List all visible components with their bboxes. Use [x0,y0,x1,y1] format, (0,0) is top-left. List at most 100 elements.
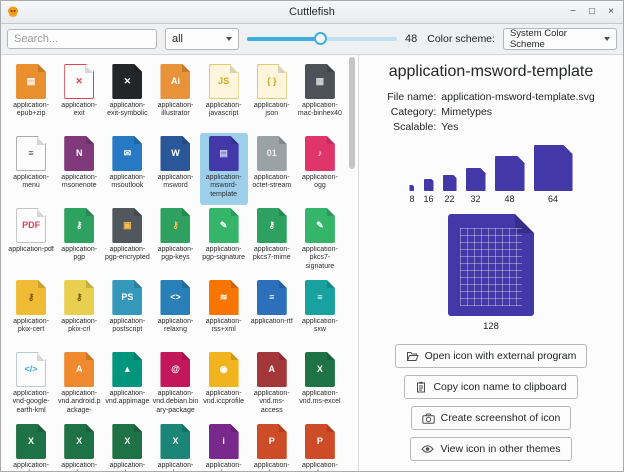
icon-grid-item[interactable]: @application-vnd.debian.binary-package [151,349,199,421]
icon-grid-item[interactable]: PDFapplication-pdf [7,205,55,277]
size-preview-48: 48 [495,156,525,204]
application-pgp-icon: ⚷ [64,208,94,243]
open-external-button[interactable]: Open icon with external program [395,344,588,368]
icon-grid-item[interactable]: ▤application-epub+zip [7,61,55,133]
icon-glyph: Ai [171,77,180,86]
icon-label: application-msonenote [55,174,103,191]
icon-grid-item[interactable]: Napplication-msonenote [55,133,103,205]
icon-grid-item[interactable]: Aapplication-vnd.android.package- [55,349,103,421]
open-external-icon [406,350,419,362]
application-mac-binhex40-icon: ▦ [305,64,335,99]
application-postscript-icon: PS [112,280,142,315]
icon-grid-item[interactable]: ✎application-pgp-signature [200,205,248,277]
icon-label: application-illustrator [151,102,199,119]
search-input[interactable] [7,29,157,49]
icon-grid-item[interactable]: ✕application-exit [55,61,103,133]
icon-grid-item[interactable]: PSapplication-postscript [103,277,151,349]
icon-grid-item[interactable]: ⚷application-pkix-cert [7,277,55,349]
window-controls: − □ × [565,4,619,20]
icon-grid-item[interactable]: ♪application-ogg [296,133,344,205]
icon-grid-item[interactable]: Xapplication-vnd.ms-excel.templat [151,421,199,471]
icon-glyph: X [28,437,34,446]
application-msword-icon: W [160,136,190,171]
color-scheme-dropdown[interactable]: System Color Scheme [503,28,617,50]
icon-grid-item[interactable]: ▤application-msword-template [200,133,248,205]
icon-grid-item[interactable]: ≋application-rss+xml [200,277,248,349]
cuttlefish-app-icon [6,5,20,19]
icon-label: application-pkcs7-signature [296,246,344,271]
icon-grid-item[interactable]: ▣application-pgp-encrypted [103,205,151,277]
icon-label: application-vnd.iccprofile [200,390,248,407]
folded-corner [278,65,286,73]
icon-grid-item[interactable]: Xapplication-vnd.ms-excel.addin.m [7,421,55,471]
icon-grid-item[interactable]: Xapplication-vnd.ms-excel.sheet.m [103,421,151,471]
icon-label: application-pdf [7,246,55,254]
icon-size-value: 48 [405,33,417,45]
scrollbar-thumb[interactable] [349,57,355,169]
icon-grid-item[interactable]: ≡application-menu [7,133,55,205]
application-epub+zip-icon: ▤ [16,64,46,99]
icon-grid-item[interactable]: Papplication-vnd.ms-powerpoint [248,421,296,471]
icon-size-slider[interactable] [247,28,397,50]
icon-grid-item[interactable]: JSapplication-javascript [200,61,248,133]
icon-glyph: ≋ [220,293,228,302]
icon-grid-item[interactable]: { }application-json [248,61,296,133]
icon-grid-item[interactable]: ✎application-pkcs7-signature [296,205,344,277]
application-vnd.ms-access-icon: A [257,352,287,387]
icon-glyph: ⚷ [268,221,275,230]
icon-preview-22 [443,175,457,191]
icon-grid-item[interactable]: ⚷application-pgp [55,205,103,277]
action-buttons: Open icon with external program Copy icon… [395,344,588,461]
category-dropdown[interactable]: all [165,28,239,50]
icon-grid-item[interactable]: Aapplication-vnd.ms-access [248,349,296,421]
icon-glyph: X [76,437,82,446]
icon-grid-item[interactable]: ▲application-vnd.appimage [103,349,151,421]
icon-grid-item[interactable]: ▦application-mac-binhex40 [296,61,344,133]
icon-grid-item[interactable]: </>application-vnd-google-earth-kml [7,349,55,421]
scrollbar[interactable] [349,57,355,469]
application-menu-icon: ≡ [16,136,46,171]
application-vnd.ms-excel.templat-icon: X [160,424,190,459]
icon-grid-item[interactable]: ✕application-exit-symbolic [103,61,151,133]
titlebar[interactable]: Cuttlefish − □ × [1,1,623,24]
slider-fill [247,37,321,41]
icon-grid-item[interactable]: ⚷application-pgp-keys [151,205,199,277]
camera-button[interactable]: Create screenshot of icon [411,406,572,430]
folded-corner [231,280,239,288]
icon-grid-item[interactable]: Papplication-vnd.ms-powerpoint.a [296,421,344,471]
icon-grid-item[interactable]: Xapplication-vnd.ms-excel.sheet.bi [55,421,103,471]
eye-button[interactable]: View icon in other themes [410,437,571,461]
icon-grid-item[interactable]: iapplication-vnd.ms-infopath [200,421,248,471]
icon-grid-item[interactable]: ⚷application-pkcs7-mime [248,205,296,277]
icon-grid-item[interactable]: 01application-octet-stream [248,133,296,205]
icon-grid-item[interactable]: ◉application-vnd.iccprofile [200,349,248,421]
icon-glyph: W [171,149,180,158]
icon-grid-item[interactable]: Xapplication-vnd.ms-excel [296,349,344,421]
icon-glyph: i [222,437,225,446]
icon-glyph: ≡ [269,293,274,302]
icon-glyph: ▦ [316,77,325,86]
icon-grid-item[interactable]: <>application-relaxng [151,277,199,349]
icon-grid-item[interactable]: Wapplication-msword [151,133,199,205]
icon-grid-item[interactable]: ✉application-msoutlook [103,133,151,205]
icon-glyph: ✕ [75,77,83,86]
folded-corner [134,424,142,432]
minimize-button[interactable]: − [565,4,581,20]
close-button[interactable]: × [603,4,619,20]
camera-icon [422,413,435,424]
icon-grid-item[interactable]: Ai application-illustrator [151,61,199,133]
maximize-button[interactable]: □ [584,4,600,20]
category-value: all [172,33,183,45]
slider-handle[interactable] [314,32,327,45]
folded-corner [85,65,93,73]
icon-grid-item[interactable]: ≡application-rtf [248,277,296,349]
folded-corner [327,136,335,144]
field-value: Yes [441,121,594,133]
icon-grid-item[interactable]: ⚷application-pkix-crl [55,277,103,349]
application-ogg-icon: ♪ [305,136,335,171]
size-label: 16 [424,194,434,204]
icon-grid-item[interactable]: ≡application-sxw [296,277,344,349]
icon-glyph: P [317,437,323,446]
clipboard-button[interactable]: Copy icon name to clipboard [404,375,577,399]
icon-label: application-relaxng [151,318,199,335]
